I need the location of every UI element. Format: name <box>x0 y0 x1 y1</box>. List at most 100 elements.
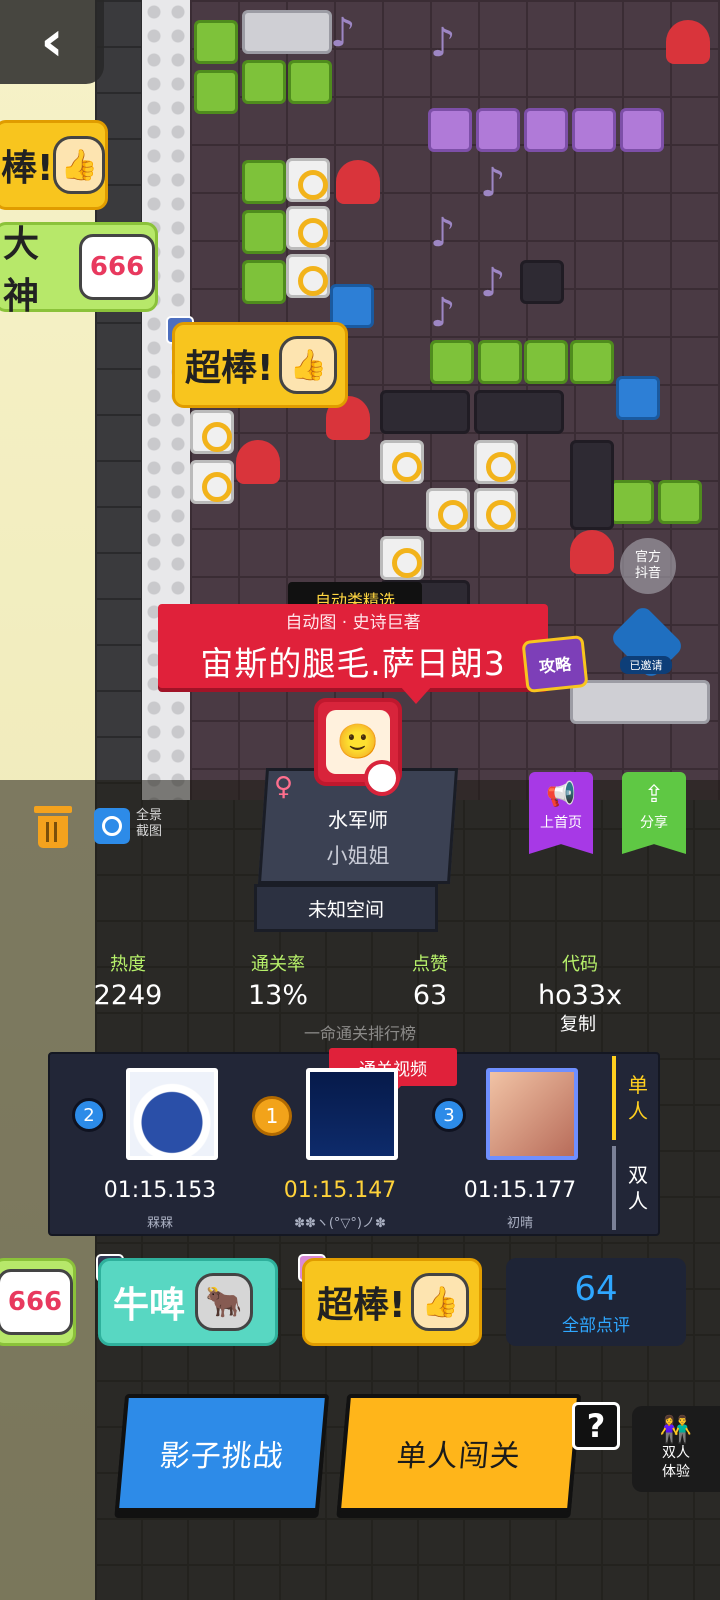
tab-two-player[interactable]: 双 人 <box>612 1146 660 1230</box>
tile-arrow-left <box>570 440 614 530</box>
stat-label: 热度 <box>110 954 146 975</box>
tile-arrow-up <box>474 390 564 434</box>
reaction-sticker-niupi[interactable]: 牛啤 🐂 <box>98 1258 278 1346</box>
tile-music-note: ♪ <box>330 10 356 56</box>
stat-value: 2249 <box>93 980 163 1011</box>
tile-cactus <box>242 210 286 254</box>
tile-gear <box>380 536 424 580</box>
tile-purple-block <box>524 108 568 152</box>
thumbs-up-icon: 👍 <box>411 1273 470 1331</box>
tile-mushroom <box>570 530 614 574</box>
tile-gear <box>380 440 424 484</box>
reaction-sticker-666[interactable]: 666 <box>0 1258 76 1346</box>
tab-label: 人 <box>628 1099 648 1123</box>
tile-purple-block <box>572 108 616 152</box>
tile-arrow-right <box>520 260 564 304</box>
tile-cactus <box>524 340 568 384</box>
share-icon: ⇪ <box>643 780 665 808</box>
invited-label: 已邀请 <box>620 656 672 674</box>
trash-can <box>38 816 68 848</box>
tile-gear <box>426 488 470 532</box>
tile-spike-row <box>570 680 710 724</box>
author-level-badge <box>364 760 400 796</box>
button-label: 单人闯关 <box>395 1439 523 1474</box>
rank-badge: 3 <box>432 1098 466 1132</box>
tile-music-note: ♪ <box>480 160 506 206</box>
stat-clear-rate: 通关率 13% <box>208 950 348 1011</box>
tile-mushroom <box>236 440 280 484</box>
sticker-god: 大神 666 <box>0 222 158 317</box>
promote-home-button[interactable]: 📢 上首页 <box>529 772 593 854</box>
reaction-sticker-super[interactable]: 超棒! 👍 <box>302 1258 482 1346</box>
reviews-count: 64 <box>574 1268 618 1309</box>
tile-music-note: ♪ <box>430 20 456 66</box>
tile-cactus <box>194 20 238 64</box>
tile-gear <box>190 460 234 504</box>
tile-cactus <box>242 60 286 104</box>
stat-label: 点赞 <box>412 954 448 975</box>
tile-arrow-up <box>242 10 332 54</box>
tile-purple-block <box>620 108 664 152</box>
tab-label: 人 <box>628 1189 648 1213</box>
trash-lid <box>34 806 72 813</box>
douyin-label: 抖音 <box>634 566 661 581</box>
share-label: 分享 <box>640 815 668 831</box>
rank-badge: 2 <box>72 1098 106 1132</box>
leaderboard-mode-tabs: 单 人 双 人 <box>612 1052 660 1236</box>
stat-value: 63 <box>412 980 448 1011</box>
stat-value: ho33x <box>538 980 622 1011</box>
tile-gear <box>286 206 330 250</box>
strategy-tv-button[interactable]: 攻略 <box>521 634 589 694</box>
tile-music-note: ♪ <box>430 290 456 336</box>
player-avatar <box>486 1068 578 1160</box>
back-icon: ‹ <box>40 9 64 74</box>
sticker-text: 大神 <box>3 224 40 317</box>
tile-music-note: ♪ <box>430 210 456 256</box>
tile-cactus <box>288 60 332 104</box>
tile-cactus <box>658 480 702 524</box>
tile-music-note: ♪ <box>480 260 506 306</box>
author-space-button[interactable]: 未知空间 <box>254 884 438 932</box>
help-button[interactable]: ? <box>572 1402 620 1450</box>
tile-cactus <box>242 260 286 304</box>
official-douyin-badge[interactable]: 官方 抖音 <box>620 538 676 594</box>
strategy-label: 攻略 <box>538 654 573 677</box>
megaphone-icon: 📢 <box>546 780 576 808</box>
level-detail-screen: ♪ ♪ ♪ ♪ ♪ ♪ ‹ 棒! 👍 大神 666 超棒! 👍 自动类精选 自动… <box>0 0 720 1600</box>
bull-icon: 🐂 <box>195 1273 254 1331</box>
pot-666-icon: 666 <box>79 234 155 300</box>
back-button[interactable]: ‹ <box>0 0 104 84</box>
thumbs-up-icon: 👍 <box>53 136 105 194</box>
sticker-super: 棒! 👍 <box>0 120 108 210</box>
panorama-screenshot-label[interactable]: 全景截图 <box>136 808 170 839</box>
tile-gear <box>474 488 518 532</box>
sticker-text: 超棒! <box>185 348 274 389</box>
tab-single-player[interactable]: 单 人 <box>612 1056 660 1140</box>
home-label: 上首页 <box>540 815 582 831</box>
sticker-text: 超棒! <box>317 1285 406 1326</box>
tile-cactus <box>478 340 522 384</box>
camera-icon[interactable] <box>94 808 130 844</box>
tile-cactus <box>430 340 474 384</box>
trash-icon[interactable] <box>34 806 72 848</box>
tile-cactus <box>242 160 286 204</box>
tile-gear <box>286 254 330 298</box>
tile-purple-block <box>428 108 472 152</box>
all-reviews-button[interactable]: 64 全部点评 <box>506 1258 686 1346</box>
button-label: 影子挑战 <box>158 1439 286 1474</box>
sticker-super: 超棒! 👍 <box>172 322 348 408</box>
tile-cactus <box>194 70 238 114</box>
shadow-challenge-button[interactable]: 影子挑战 <box>114 1394 330 1512</box>
share-button[interactable]: ⇪ 分享 <box>622 772 686 854</box>
tile-fan <box>616 376 660 420</box>
level-title: 宙斯的腿毛.萨日朗3 <box>200 643 506 683</box>
stat-code: 代码 ho33x <box>510 950 650 1011</box>
stat-label: 通关率 <box>251 954 305 975</box>
single-play-button[interactable]: 单人闯关 <box>336 1394 582 1512</box>
stat-likes: 点赞 63 <box>360 950 500 1011</box>
thumbs-up-icon: 👍 <box>279 336 338 394</box>
player-avatar <box>306 1068 398 1160</box>
duo-experience-button[interactable]: 👫 双人 体验 <box>632 1406 720 1492</box>
duo-label: 双人 <box>662 1445 690 1462</box>
stat-value: 13% <box>247 980 308 1011</box>
